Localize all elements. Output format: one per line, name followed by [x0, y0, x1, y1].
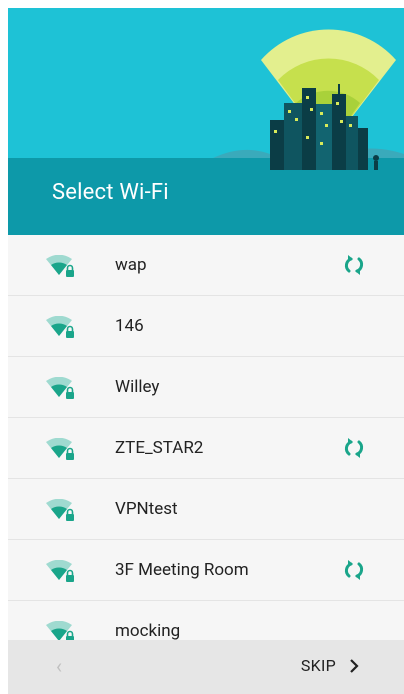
wps-icon [344, 255, 364, 275]
wifi-locked-icon [46, 499, 74, 521]
wifi-network-row[interactable]: wap [8, 235, 404, 296]
setup-wizard-screen: Select Wi-Fi wap 146 Willey ZTE_STAR2 VPNtes… [8, 8, 404, 694]
wifi-network-row[interactable]: 146 [8, 296, 404, 357]
wifi-network-row[interactable]: mocking [8, 601, 404, 640]
wps-icon [344, 438, 364, 458]
wifi-locked-icon [46, 316, 74, 338]
wifi-locked-icon [46, 255, 74, 277]
wifi-ssid-label: VPNtest [115, 499, 178, 519]
wifi-network-row[interactable]: ZTE_STAR2 [8, 418, 404, 479]
wifi-network-row[interactable]: VPNtest [8, 479, 404, 540]
wifi-network-row[interactable]: Willey [8, 357, 404, 418]
back-button[interactable]: ‹ [56, 654, 62, 678]
skip-label: SKIP [300, 656, 336, 675]
wifi-ssid-label: Willey [115, 377, 160, 397]
wifi-network-list[interactable]: wap 146 Willey ZTE_STAR2 VPNtest 3F Meeting R… [8, 235, 404, 640]
wifi-locked-icon [46, 438, 74, 460]
navigation-bar: ‹ SKIP [8, 640, 404, 694]
chevron-right-icon [350, 658, 359, 673]
header-illustration: Select Wi-Fi [8, 8, 404, 235]
wifi-network-row[interactable]: 3F Meeting Room [8, 540, 404, 601]
wifi-ssid-label: mocking [115, 621, 181, 640]
wifi-locked-icon [46, 560, 74, 582]
page-title: Select Wi-Fi [52, 180, 169, 205]
wifi-locked-icon [46, 621, 74, 640]
wifi-ssid-label: 3F Meeting Room [115, 560, 249, 580]
wifi-locked-icon [46, 377, 74, 399]
chevron-left-icon: ‹ [56, 654, 63, 678]
wps-icon [344, 560, 364, 580]
skip-button[interactable]: SKIP [301, 656, 360, 675]
wifi-ssid-label: wap [115, 255, 147, 275]
wifi-ssid-label: 146 [115, 316, 144, 336]
wifi-ssid-label: ZTE_STAR2 [115, 438, 204, 458]
